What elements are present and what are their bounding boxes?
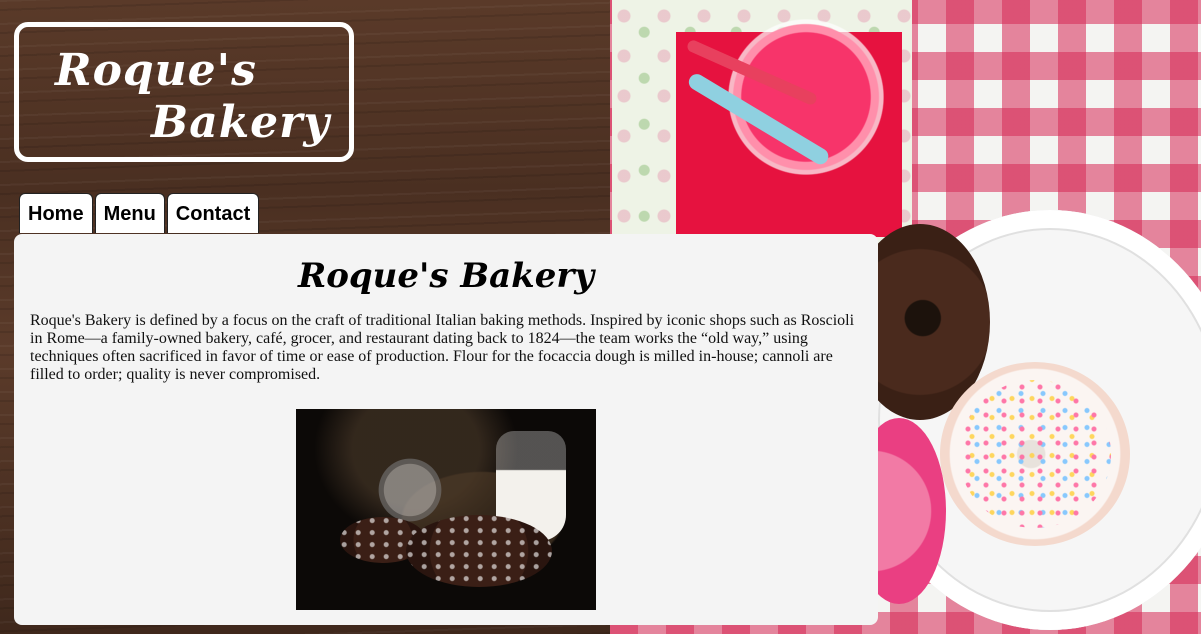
cookies-milk-photo [296,409,596,610]
page-title: Roque's Bakery [297,256,595,296]
logo-text-line2: Bakery [151,97,330,148]
sugar-sieve [370,457,450,523]
intro-paragraph: Roque's Bakery is defined by a focus on … [30,312,855,383]
logo-text-line1: Roque's [55,45,257,96]
tab-menu[interactable]: Menu [94,193,165,233]
main-nav: Home Menu Contact [19,193,260,233]
site-logo[interactable]: Roque's Bakery [14,22,354,162]
tab-contact[interactable]: Contact [166,193,260,233]
cookie-large [406,515,552,587]
sprinkle-donut [940,362,1130,546]
content-panel: Roque's Bakery Roque's Bakery is defined… [14,234,878,625]
tab-home[interactable]: Home [19,193,93,233]
